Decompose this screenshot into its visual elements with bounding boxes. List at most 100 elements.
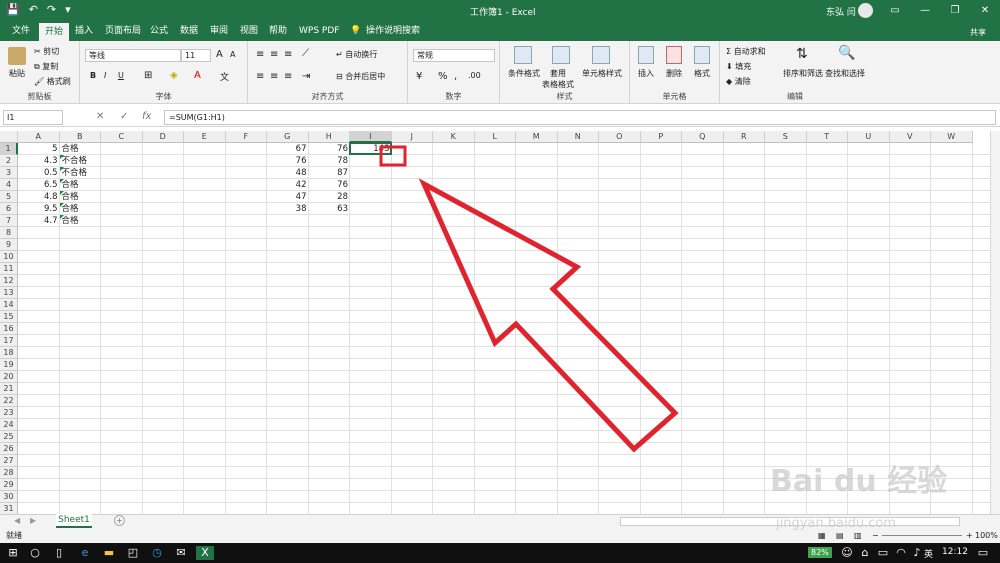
conditional-format-icon[interactable] xyxy=(514,46,532,64)
zoom-in-icon[interactable]: + xyxy=(966,528,973,543)
save-icon[interactable]: 💾 xyxy=(6,3,20,16)
name-box[interactable]: I1 xyxy=(3,110,63,125)
row-header[interactable]: 21 xyxy=(0,383,18,395)
customize-qat-icon[interactable]: ▾ xyxy=(65,3,71,16)
row-header[interactable]: 4 xyxy=(0,179,18,191)
insert-cells-button[interactable]: 插入 xyxy=(638,68,654,79)
cell-H3[interactable]: 87 xyxy=(309,167,351,179)
underline-button[interactable]: U xyxy=(118,71,124,80)
cell-H2[interactable]: 78 xyxy=(309,155,351,167)
row-header[interactable]: 19 xyxy=(0,359,18,371)
cell-B4[interactable]: 合格 xyxy=(60,179,102,191)
cell-G1[interactable]: 67 xyxy=(267,143,309,155)
column-header[interactable]: R xyxy=(723,131,765,143)
cell-H1[interactable]: 76 xyxy=(309,143,351,155)
grow-font-button[interactable]: A xyxy=(216,49,223,60)
clock-app-icon[interactable]: ◷ xyxy=(150,546,164,560)
row-header[interactable]: 27 xyxy=(0,455,18,467)
tab-home[interactable]: 开始 xyxy=(39,23,70,41)
column-header[interactable]: K xyxy=(433,131,475,143)
bold-button[interactable]: B xyxy=(90,71,96,80)
row-header[interactable]: 26 xyxy=(0,443,18,455)
zoom-slider[interactable] xyxy=(882,535,962,536)
next-sheet-icon[interactable]: ▶ xyxy=(30,516,36,525)
row-header[interactable]: 1 xyxy=(0,143,18,155)
percent-button[interactable]: % xyxy=(438,71,448,82)
align-bottom-icon[interactable]: ≡ xyxy=(284,49,292,60)
windows-start-icon[interactable]: ⊞ xyxy=(6,546,20,560)
find-icon[interactable]: 🔍 xyxy=(838,45,855,61)
volume-icon[interactable]: ♪ xyxy=(910,546,924,560)
share-button[interactable]: 共享 xyxy=(970,27,986,38)
wifi-icon[interactable]: ◠ xyxy=(894,546,908,560)
cell-H5[interactable]: 28 xyxy=(309,191,351,203)
clear-button[interactable]: ◆ 清除 xyxy=(726,76,751,87)
tab-wps-pdf[interactable]: WPS PDF xyxy=(299,24,339,41)
people-icon[interactable]: ☺ xyxy=(840,546,854,560)
currency-icon[interactable]: ¥ xyxy=(416,71,422,82)
cell-B3[interactable]: 不合格 xyxy=(60,167,102,179)
sort-filter-button[interactable]: 排序和筛选 xyxy=(783,68,823,79)
column-header[interactable]: L xyxy=(474,131,516,143)
column-header[interactable]: T xyxy=(806,131,848,143)
formula-input[interactable]: =SUM(G1:H1) xyxy=(164,110,996,125)
format-table-icon[interactable] xyxy=(552,46,570,64)
row-header[interactable]: 3 xyxy=(0,167,18,179)
column-header[interactable]: P xyxy=(640,131,682,143)
row-header[interactable]: 2 xyxy=(0,155,18,167)
row-header[interactable]: 18 xyxy=(0,347,18,359)
format-cells-icon[interactable] xyxy=(694,46,710,64)
column-header[interactable]: M xyxy=(516,131,558,143)
cell-A6[interactable]: 9.5 xyxy=(18,203,60,215)
delete-cells-icon[interactable] xyxy=(666,46,682,64)
align-center-icon[interactable]: ≡ xyxy=(270,71,278,82)
cell-G4[interactable]: 42 xyxy=(267,179,309,191)
row-header[interactable]: 24 xyxy=(0,419,18,431)
add-sheet-button[interactable]: + xyxy=(114,515,125,526)
format-cells-button[interactable]: 格式 xyxy=(694,68,710,79)
file-explorer-icon[interactable]: ▬ xyxy=(102,546,116,560)
task-view-icon[interactable]: ▯ xyxy=(52,546,66,560)
row-header[interactable]: 25 xyxy=(0,431,18,443)
align-top-icon[interactable]: ≡ xyxy=(256,49,264,60)
column-header[interactable]: S xyxy=(765,131,807,143)
paste-icon[interactable] xyxy=(8,47,26,65)
edge-icon[interactable]: e xyxy=(78,546,92,560)
border-icon[interactable]: ⊞ xyxy=(144,70,152,81)
italic-button[interactable]: I xyxy=(104,71,106,80)
row-header[interactable]: 11 xyxy=(0,263,18,275)
user-name[interactable]: 东弘 闫 xyxy=(826,5,856,18)
row-header[interactable]: 14 xyxy=(0,299,18,311)
cell-H6[interactable]: 63 xyxy=(309,203,351,215)
number-format-select[interactable]: 常规 xyxy=(413,49,495,62)
column-header[interactable]: A xyxy=(18,131,60,143)
minimize-button[interactable]: — xyxy=(910,0,940,21)
zoom-level[interactable]: 100% xyxy=(975,528,998,543)
indent-icon[interactable]: ⇥ xyxy=(302,71,310,82)
column-header[interactable]: N xyxy=(557,131,599,143)
copy-button[interactable]: ⧉ 复制 xyxy=(34,61,58,72)
excel-taskbar-icon[interactable]: X xyxy=(196,546,214,560)
undo-icon[interactable]: ↶ xyxy=(29,3,38,16)
column-header[interactable]: G xyxy=(267,131,309,143)
row-header[interactable]: 28 xyxy=(0,467,18,479)
cell-B7[interactable]: 合格 xyxy=(60,215,102,227)
column-header[interactable]: U xyxy=(848,131,890,143)
row-header[interactable]: 29 xyxy=(0,479,18,491)
tab-file[interactable]: 文件 xyxy=(12,24,30,41)
column-header[interactable]: W xyxy=(931,131,973,143)
delete-cells-button[interactable]: 删除 xyxy=(666,68,682,79)
cut-button[interactable]: ✂ 剪切 xyxy=(34,46,59,57)
cell-styles-button[interactable]: 单元格样式 xyxy=(582,68,622,79)
column-header[interactable]: D xyxy=(142,131,184,143)
restore-button[interactable]: ❐ xyxy=(940,0,970,21)
shrink-font-button[interactable]: A xyxy=(230,50,235,59)
paste-button[interactable]: 粘贴 xyxy=(9,68,25,79)
cell-B5[interactable]: 合格 xyxy=(60,191,102,203)
cell-A2[interactable]: 4.3 xyxy=(18,155,60,167)
row-header[interactable]: 10 xyxy=(0,251,18,263)
column-header[interactable]: V xyxy=(889,131,931,143)
row-header[interactable]: 16 xyxy=(0,323,18,335)
battery-icon[interactable]: ▭ xyxy=(876,546,890,560)
redo-icon[interactable]: ↷ xyxy=(47,3,56,16)
